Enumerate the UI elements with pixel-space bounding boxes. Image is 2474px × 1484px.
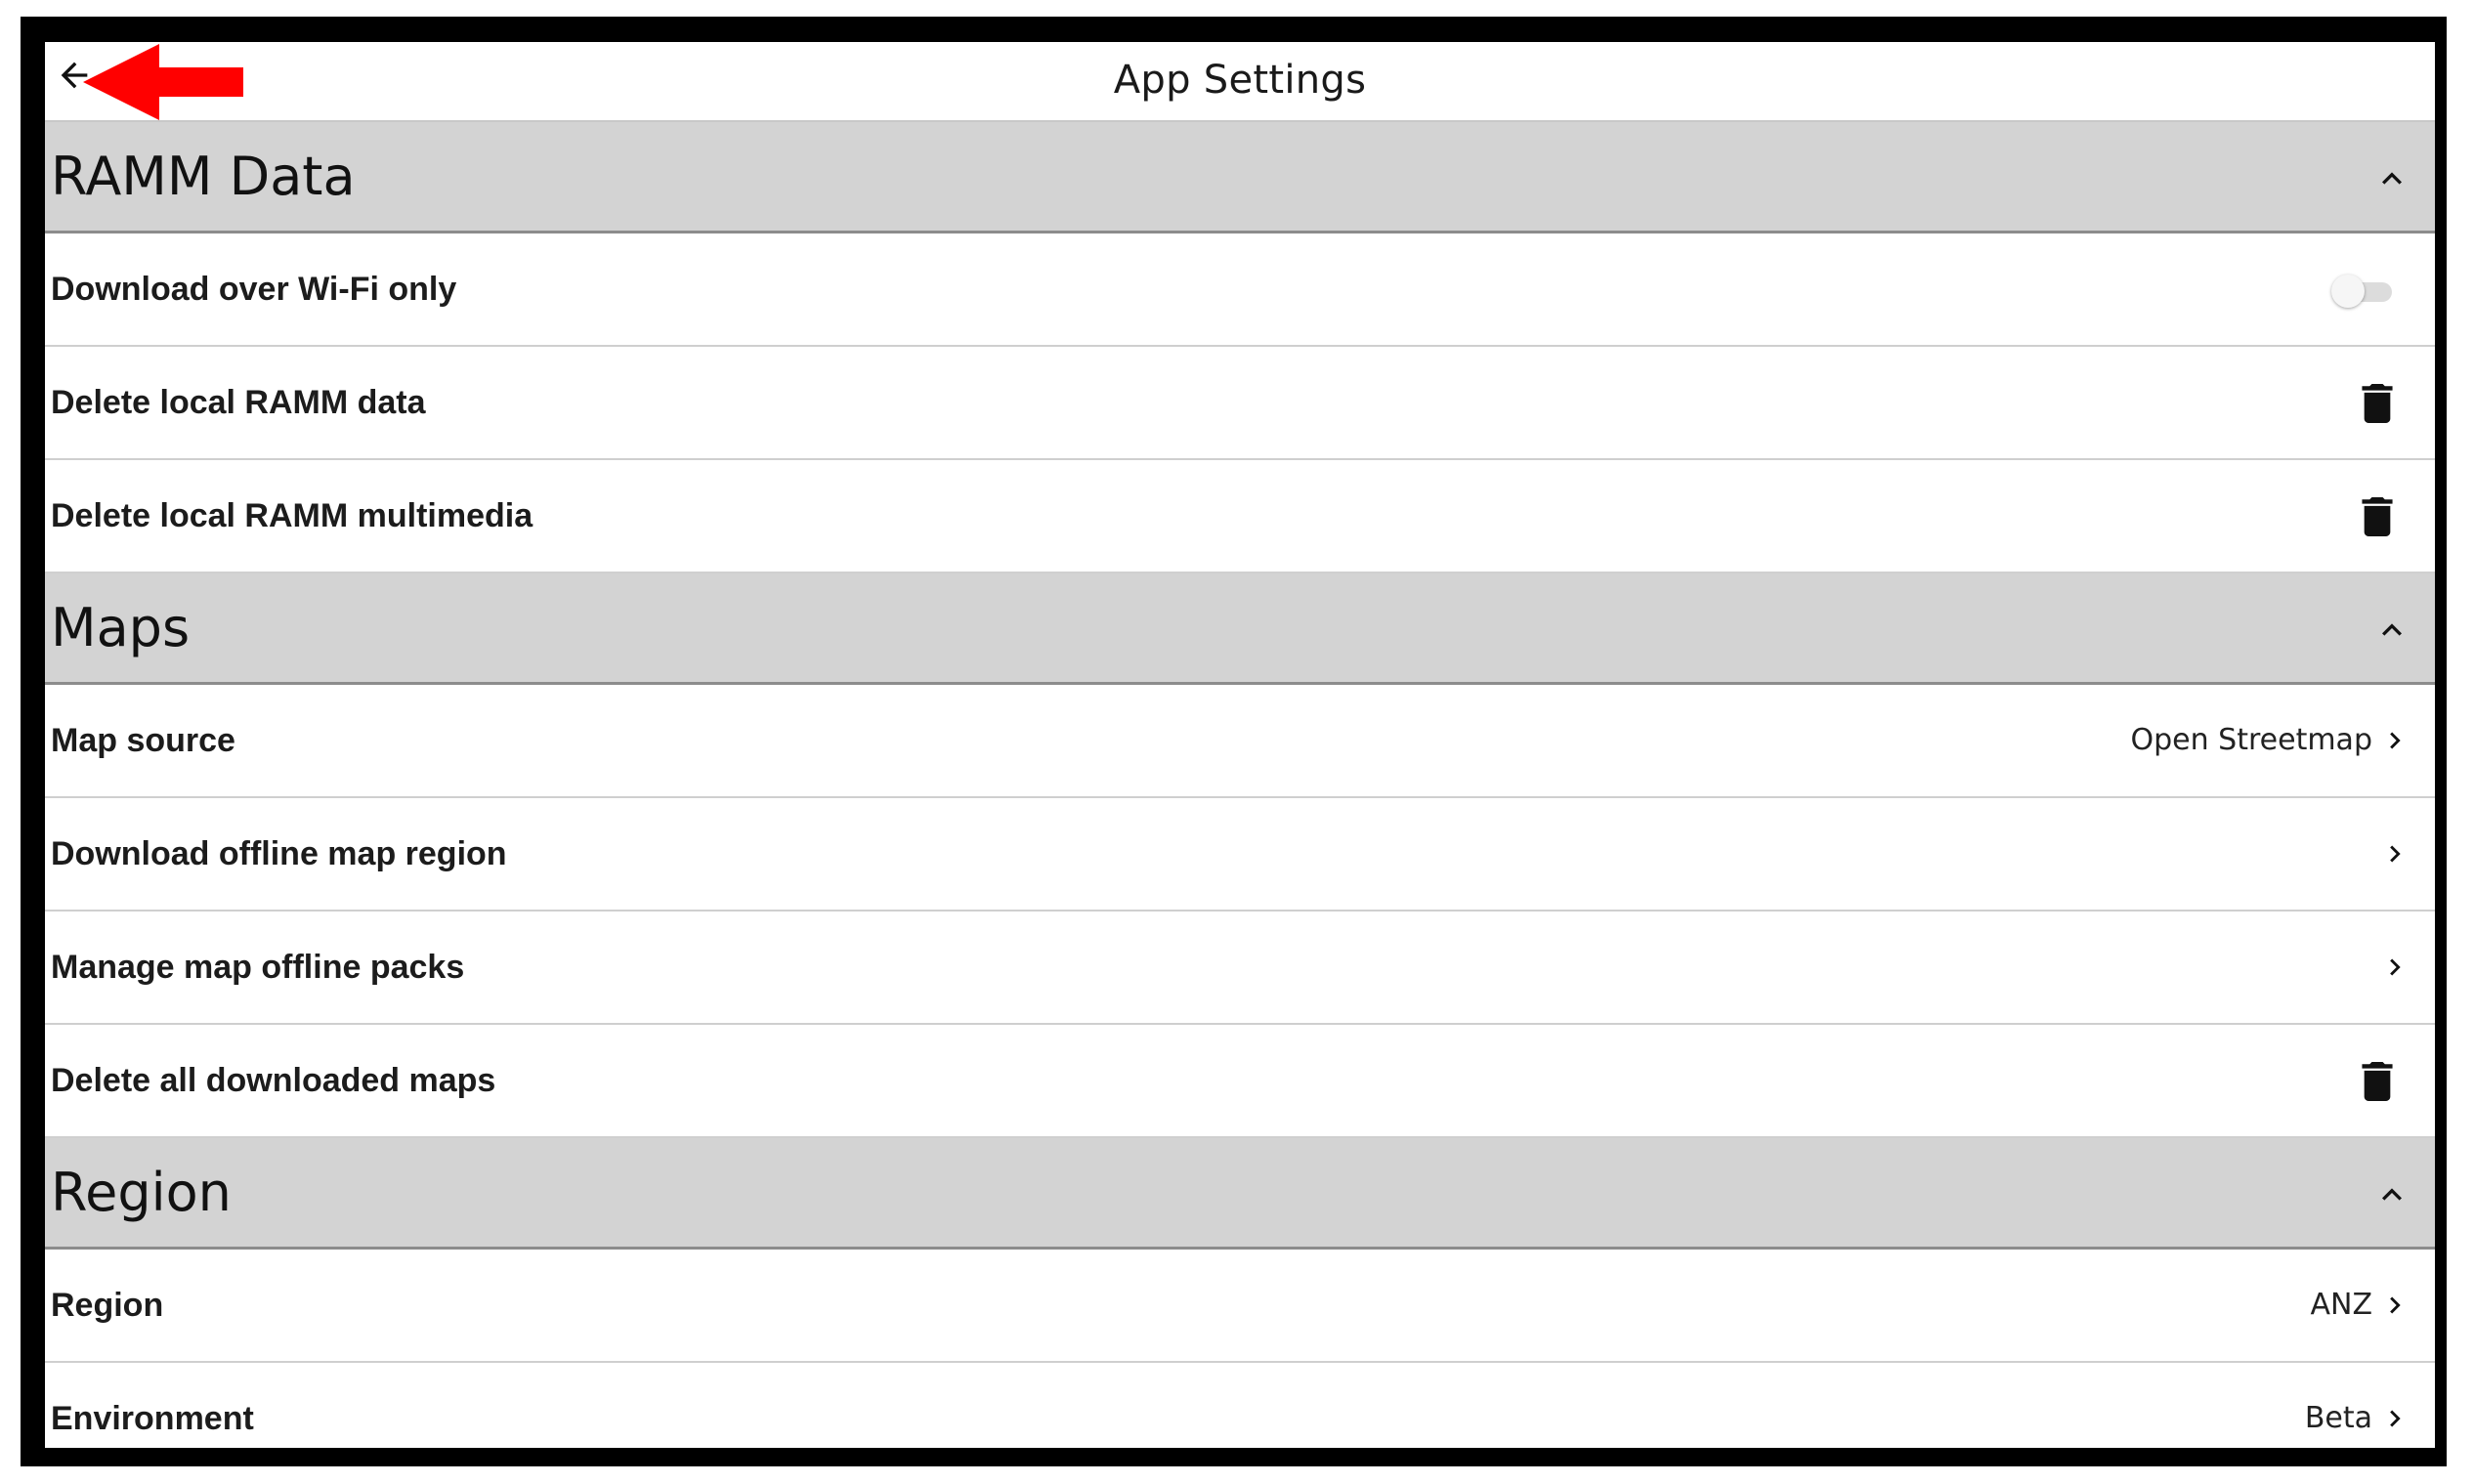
chevron-up-icon	[2382, 172, 2402, 185]
setting-value: ANZ	[2310, 1288, 2372, 1322]
section-header-region[interactable]: Region	[45, 1138, 2435, 1250]
setting-download-wifi-only[interactable]: Download over Wi-Fi only	[45, 233, 2435, 347]
setting-label: Delete all downloaded maps	[51, 1062, 496, 1099]
wifi-only-toggle[interactable]	[2331, 275, 2392, 308]
section-header-maps[interactable]: Maps	[45, 573, 2435, 685]
setting-value: Open Streetmap	[2130, 723, 2372, 757]
setting-delete-all-downloaded-maps[interactable]: Delete all downloaded maps	[45, 1025, 2435, 1138]
setting-label: Delete local RAMM data	[51, 384, 426, 421]
setting-label: Map source	[51, 722, 235, 759]
chevron-right-icon	[2390, 1410, 2401, 1427]
settings-list: RAMM Data Download over Wi-Fi only Delet…	[45, 122, 2435, 1448]
setting-environment[interactable]: Environment Beta	[45, 1363, 2435, 1448]
setting-delete-local-ramm-multimedia[interactable]: Delete local RAMM multimedia	[45, 460, 2435, 573]
section-header-ramm-data[interactable]: RAMM Data	[45, 122, 2435, 233]
setting-delete-local-ramm-data[interactable]: Delete local RAMM data	[45, 347, 2435, 460]
section-title: Maps	[51, 597, 191, 658]
setting-download-offline-map-region[interactable]: Download offline map region	[45, 798, 2435, 912]
toggle-knob	[2331, 275, 2365, 308]
device-frame: App Settings RAMM Data Download over Wi-…	[21, 17, 2447, 1466]
page-title: App Settings	[1113, 58, 1367, 103]
chevron-right-icon	[2390, 1296, 2401, 1314]
chevron-right-icon	[2390, 845, 2401, 863]
setting-value: Beta	[2304, 1401, 2372, 1435]
setting-label: Download offline map region	[51, 835, 507, 872]
setting-label: Manage map offline packs	[51, 949, 465, 986]
chevron-right-icon	[2390, 732, 2401, 749]
setting-label: Environment	[51, 1400, 254, 1437]
section-title: RAMM Data	[51, 146, 356, 207]
section-title: Region	[51, 1162, 232, 1223]
chevron-up-icon	[2382, 1188, 2402, 1201]
setting-label: Delete local RAMM multimedia	[51, 497, 533, 534]
setting-map-source[interactable]: Map source Open Streetmap	[45, 685, 2435, 798]
setting-region[interactable]: Region ANZ	[45, 1250, 2435, 1363]
setting-manage-map-offline-packs[interactable]: Manage map offline packs	[45, 912, 2435, 1025]
trash-icon[interactable]	[2361, 384, 2394, 423]
trash-icon[interactable]	[2361, 1062, 2394, 1101]
trash-icon[interactable]	[2361, 497, 2394, 536]
setting-label: Download over Wi-Fi only	[51, 271, 457, 308]
chevron-right-icon	[2390, 958, 2401, 976]
top-app-bar: App Settings	[45, 42, 2435, 122]
setting-label: Region	[51, 1287, 164, 1324]
chevron-up-icon	[2382, 623, 2402, 636]
app-screen: App Settings RAMM Data Download over Wi-…	[45, 42, 2435, 1448]
